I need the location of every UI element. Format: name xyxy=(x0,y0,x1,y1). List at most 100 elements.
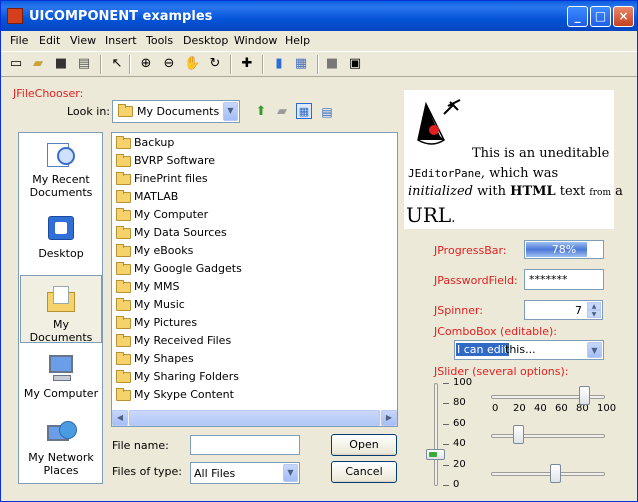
menu-tools[interactable]: Tools xyxy=(146,34,173,47)
scroll-right-icon[interactable]: ▶ xyxy=(381,410,397,426)
vertical-slider-tick-label: 20 xyxy=(453,458,466,470)
horizontal-slider-tick-label: 0 xyxy=(492,403,499,414)
chevron-down-icon[interactable]: ▼ xyxy=(283,464,298,482)
vertical-slider-tick-mark xyxy=(443,423,449,425)
file-list-item[interactable]: My Sharing Folders xyxy=(114,368,239,386)
pan-icon[interactable]: ✋ xyxy=(184,56,200,72)
list-view-icon[interactable]: ▦ xyxy=(296,103,312,119)
file-list-item[interactable]: My Pictures xyxy=(114,314,197,332)
menu-help[interactable]: Help xyxy=(285,34,310,47)
spinner[interactable]: 7 ▲ ▼ xyxy=(524,300,603,320)
save-icon[interactable]: ■ xyxy=(53,56,69,72)
file-list-item[interactable]: FinePrint files xyxy=(114,170,208,188)
place-network[interactable]: My Network Places xyxy=(20,417,102,479)
details-view-icon[interactable]: ▤ xyxy=(319,104,335,120)
look-in-label: Look in: xyxy=(67,105,110,118)
menu-insert[interactable]: Insert xyxy=(105,34,137,47)
vertical-slider-tick-label: 100 xyxy=(453,377,473,388)
rotate-icon[interactable]: ↻ xyxy=(207,56,223,72)
duke-mascot-icon xyxy=(414,96,466,152)
scroll-thumb[interactable] xyxy=(129,410,380,426)
vertical-slider-tick-label: 60 xyxy=(453,417,466,429)
horizontal-slider-3-knob[interactable] xyxy=(549,464,561,483)
horizontal-slider-1-knob[interactable] xyxy=(579,386,591,405)
menu-desktop[interactable]: Desktop xyxy=(183,34,228,47)
place-my-computer[interactable]: My Computer xyxy=(20,353,102,409)
file-list-item[interactable]: My Data Sources xyxy=(114,224,227,242)
file-list-item[interactable]: My MMS xyxy=(114,278,179,296)
editor-a: a xyxy=(611,184,623,199)
open-button[interactable]: Open xyxy=(331,434,397,456)
cancel-button[interactable]: Cancel xyxy=(331,461,397,483)
files-of-type-combo[interactable]: All Files ▼ xyxy=(190,462,300,484)
file-name-input[interactable] xyxy=(190,435,300,455)
file-list-item[interactable]: BVRP Software xyxy=(114,152,215,170)
maximize-button[interactable]: □ xyxy=(590,6,611,27)
file-list-item-label: My Sharing Folders xyxy=(134,370,239,383)
file-list-item[interactable]: My Music xyxy=(114,296,185,314)
vertical-slider-tick-mark xyxy=(443,485,449,486)
zoom-in-icon[interactable]: ⊕ xyxy=(138,56,154,72)
editor-italic: initialized xyxy=(408,184,473,199)
file-list-item[interactable]: My Computer xyxy=(114,206,208,224)
folder-icon xyxy=(116,352,131,365)
legend-icon[interactable]: ▦ xyxy=(293,56,309,72)
window-title: UICOMPONENT examples xyxy=(29,9,213,24)
horizontal-slider-2-track[interactable] xyxy=(491,434,605,438)
close-button[interactable]: × xyxy=(613,6,634,27)
minimize-button[interactable]: _ xyxy=(567,6,588,27)
place-recent-documents[interactable]: My Recent Documents xyxy=(20,139,102,203)
editor-code: JEditorPane xyxy=(408,167,481,180)
file-list-item[interactable]: My Google Gadgets xyxy=(114,260,242,278)
file-list-item[interactable]: My Shapes xyxy=(114,350,194,368)
look-in-combo[interactable]: My Documents ▼ xyxy=(112,100,240,123)
editor-line4: URL. xyxy=(406,202,455,232)
editor-text: text xyxy=(555,184,590,199)
file-list-item-label: FinePrint files xyxy=(134,172,208,185)
vertical-slider-track[interactable] xyxy=(434,383,438,486)
place-desktop[interactable]: Desktop xyxy=(20,213,102,269)
horizontal-slider-2-knob[interactable] xyxy=(513,425,525,444)
zoom-out-icon[interactable]: ⊖ xyxy=(161,56,177,72)
new-folder-icon[interactable]: ▰ xyxy=(274,104,290,120)
colorbar-icon[interactable]: ▮ xyxy=(271,56,287,72)
new-file-icon[interactable]: ▭ xyxy=(8,56,24,72)
file-list[interactable]: Backup BVRP Software FinePrint files MATLAB… xyxy=(111,132,398,427)
my-documents-icon xyxy=(45,284,77,314)
chevron-down-icon[interactable]: ▼ xyxy=(223,102,238,121)
menu-view[interactable]: View xyxy=(70,34,96,47)
chevron-down-icon[interactable]: ▼ xyxy=(587,342,602,358)
file-list-item[interactable]: MATLAB xyxy=(114,188,178,206)
data-cursor-icon[interactable]: ✚ xyxy=(239,56,255,72)
spinner-up-icon[interactable]: ▲ xyxy=(587,302,601,310)
file-list-item[interactable]: My Skype Content xyxy=(114,386,234,404)
file-list-item-label: My Shapes xyxy=(134,352,194,365)
pointer-icon[interactable]: ↖ xyxy=(109,56,125,72)
horizontal-scrollbar[interactable]: ◀ ▶ xyxy=(112,410,397,426)
file-list-item[interactable]: My Received Files xyxy=(114,332,231,350)
horizontal-slider-tick-label: 60 xyxy=(555,403,568,414)
horizontal-slider-3-track[interactable] xyxy=(491,472,605,476)
place-my-documents[interactable]: My Documents xyxy=(20,275,102,344)
menu-edit[interactable]: Edit xyxy=(39,34,60,47)
vertical-slider-knob[interactable] xyxy=(426,449,445,461)
file-list-item[interactable]: Backup xyxy=(114,134,174,152)
progress-bar: 78% xyxy=(524,240,604,259)
menu-file[interactable]: File xyxy=(10,34,28,47)
editable-combo[interactable]: I can edit this... ▼ xyxy=(454,340,604,360)
show-tools-icon[interactable]: ▣ xyxy=(347,56,363,72)
menu-window[interactable]: Window xyxy=(234,34,277,47)
up-folder-icon[interactable]: ⬆ xyxy=(253,104,269,120)
password-field[interactable]: ******* xyxy=(524,269,604,290)
print-icon[interactable]: ▤ xyxy=(76,56,92,72)
title-bar[interactable]: UICOMPONENT examples _ □ × xyxy=(1,1,637,31)
editor-bold: HTML xyxy=(510,184,556,199)
hide-tools-icon[interactable]: ■ xyxy=(324,56,340,72)
scroll-left-icon[interactable]: ◀ xyxy=(112,410,128,426)
editor-big: URL xyxy=(406,203,452,227)
folder-icon xyxy=(116,280,131,293)
open-icon[interactable]: ▰ xyxy=(30,56,46,72)
file-list-item-label: MATLAB xyxy=(134,190,179,203)
file-list-item[interactable]: My eBooks xyxy=(114,242,193,260)
spinner-down-icon[interactable]: ▼ xyxy=(587,310,601,318)
